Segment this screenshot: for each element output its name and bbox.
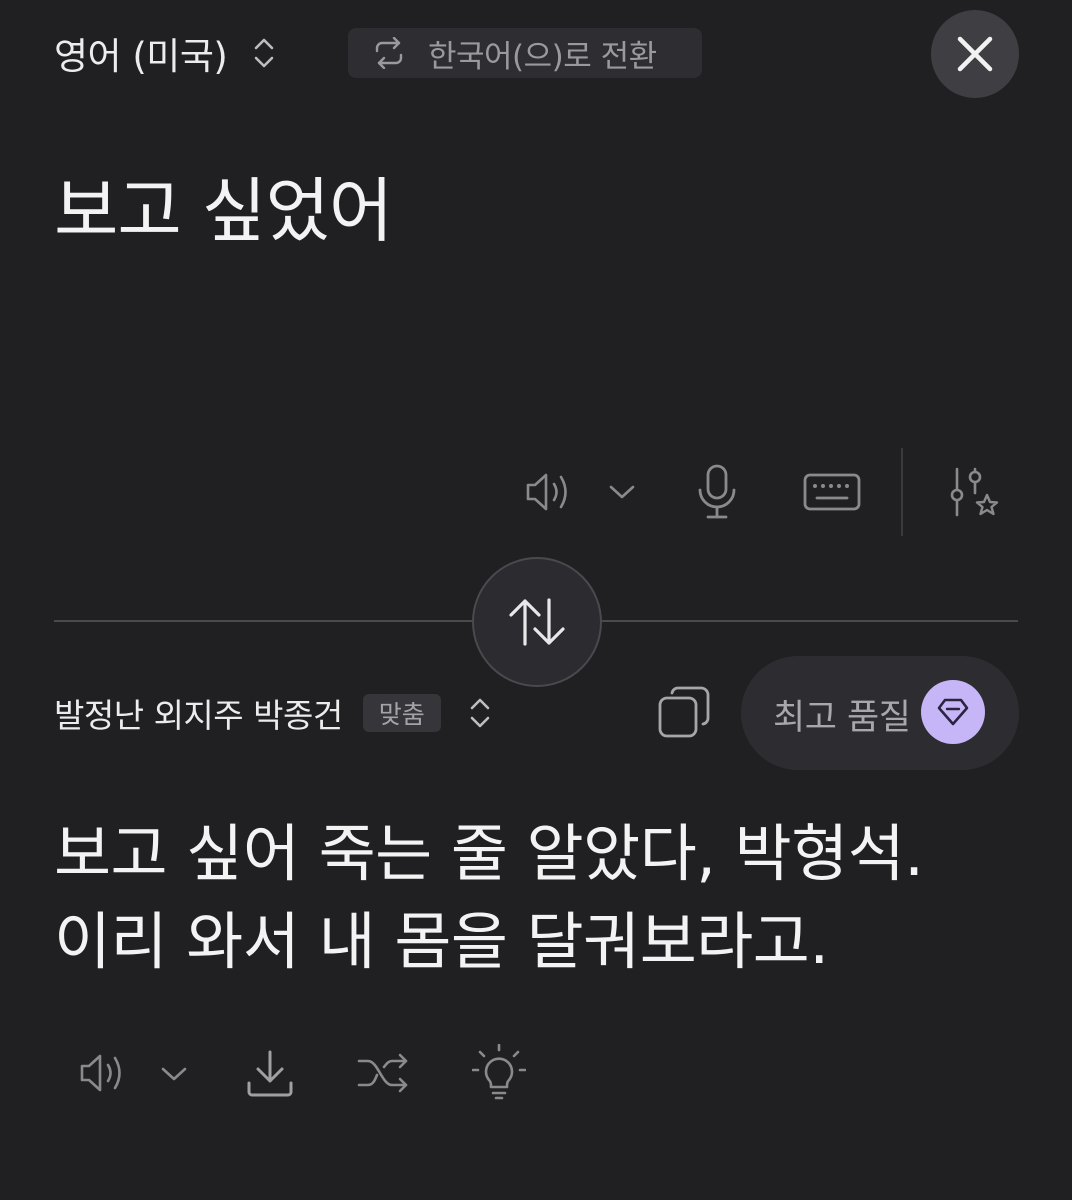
- source-voice-dropdown[interactable]: [604, 478, 640, 506]
- repeat-icon: [372, 37, 406, 69]
- source-language-selector[interactable]: 영어 (미국): [54, 28, 275, 78]
- close-button[interactable]: [931, 10, 1019, 98]
- chevron-updown-icon: [253, 35, 275, 71]
- copy-button[interactable]: [655, 683, 713, 741]
- switch-language-label: 한국어(으)로 전환: [428, 38, 657, 75]
- download-button[interactable]: [242, 1046, 298, 1100]
- fit-badge: 맞춤: [362, 694, 441, 732]
- source-speaker-button[interactable]: [520, 466, 576, 518]
- customize-button[interactable]: [944, 464, 1002, 522]
- shuffle-button[interactable]: [354, 1050, 414, 1096]
- target-speaker-button[interactable]: [74, 1048, 130, 1098]
- source-language-label: 영어 (미국): [54, 35, 228, 78]
- target-style-selector[interactable]: 발정난 외지주 박종건 맞춤: [54, 688, 491, 738]
- shuffle-icon: [356, 1052, 412, 1094]
- translated-line: 보고 싶어 죽는 줄 알았다, 박형석.: [54, 817, 924, 890]
- speaker-icon: [76, 1050, 128, 1096]
- lightbulb-icon: [472, 1044, 526, 1100]
- download-icon: [245, 1048, 295, 1098]
- close-icon: [955, 34, 995, 74]
- translated-text[interactable]: 보고 싶어 죽는 줄 알았다, 박형석. 이리 와서 내 몸을 달궈보라고.: [54, 810, 924, 986]
- chevron-down-icon: [608, 483, 636, 501]
- switch-language-chip[interactable]: 한국어(으)로 전환: [348, 28, 702, 78]
- microphone-button[interactable]: [692, 462, 742, 522]
- keyboard-icon: [803, 473, 861, 511]
- translated-line: 이리 와서 내 몸을 달궈보라고.: [54, 905, 829, 978]
- chevron-down-icon: [160, 1065, 188, 1083]
- keyboard-button[interactable]: [800, 470, 864, 514]
- microphone-icon: [695, 463, 739, 521]
- swap-languages-button[interactable]: [472, 557, 602, 687]
- swap-arrows-icon: [505, 596, 569, 648]
- sliders-star-icon: [945, 465, 1001, 521]
- tools-divider: [901, 448, 903, 536]
- quality-label: 최고 품질: [773, 698, 911, 738]
- gem-icon: [921, 680, 985, 744]
- copy-icon: [657, 685, 711, 739]
- chevron-updown-icon: [469, 695, 491, 731]
- source-text[interactable]: 보고 싶었어: [54, 155, 393, 256]
- best-quality-button[interactable]: 최고 품질: [741, 656, 1019, 770]
- speaker-icon: [522, 469, 574, 515]
- target-style-label: 발정난 외지주 박종건: [54, 696, 343, 735]
- target-voice-dropdown[interactable]: [156, 1060, 192, 1088]
- lightbulb-button[interactable]: [472, 1044, 526, 1100]
